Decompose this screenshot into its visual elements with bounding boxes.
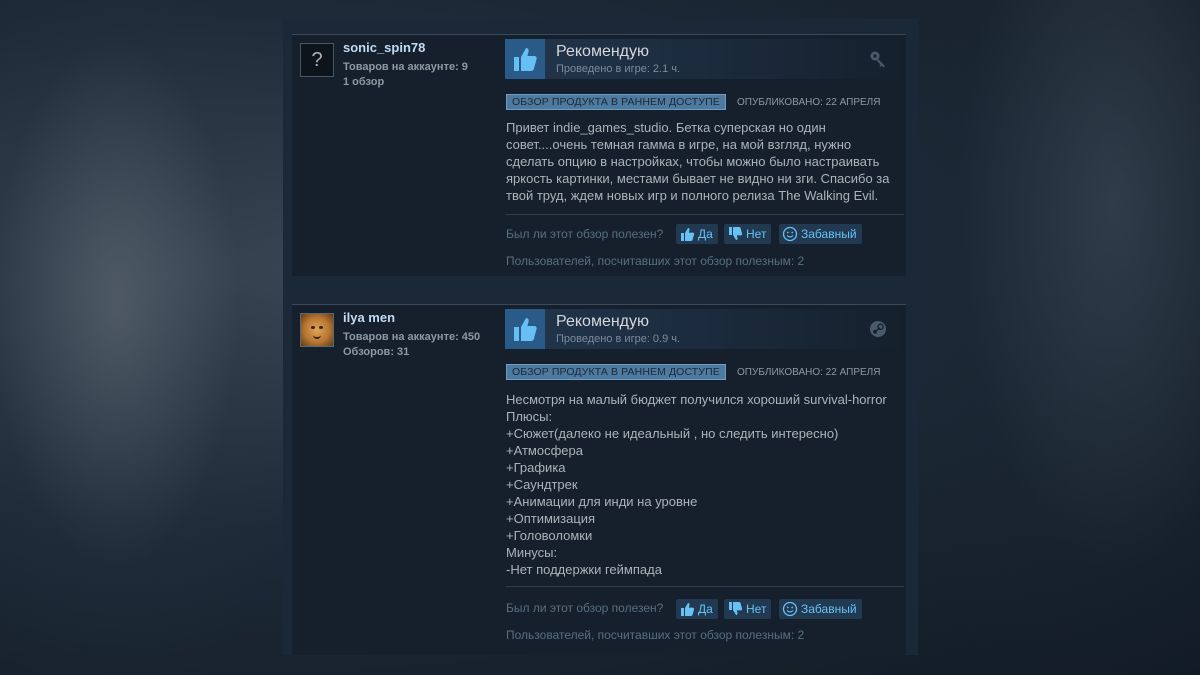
vote-yes-label: Да	[698, 602, 713, 616]
hours-played: Проведено в игре: 0.9 ч.	[556, 333, 681, 345]
vote-yes-button[interactable]: Да	[676, 224, 718, 244]
recommendation-header[interactable]: Рекомендую Проведено в игре: 2.1 ч.	[505, 39, 905, 79]
review-card: ilya men Товаров на аккаунте: 450 Обзоро…	[292, 304, 906, 655]
reviewer-products-count[interactable]: Товаров на аккаунте: 9	[343, 61, 468, 73]
reviewer-products-count[interactable]: Товаров на аккаунте: 450	[343, 331, 480, 343]
vote-funny-label: Забавный	[801, 227, 857, 241]
posted-date: ОПУБЛИКОВАНО: 22 АПРЕЛЯ	[737, 97, 881, 108]
review-text: Привет indie_games_studio. Бетка суперск…	[506, 120, 890, 203]
vote-no-button[interactable]: Нет	[724, 224, 772, 244]
helpful-question: Был ли этот обзор полезен?	[506, 601, 664, 615]
reviewer-reviews-count[interactable]: Обзоров: 31	[343, 346, 409, 358]
smiley-face-avatar[interactable]	[300, 313, 334, 347]
vote-no-label: Нет	[746, 602, 767, 616]
thumbs-down-small-icon	[729, 227, 743, 240]
recommendation-title: Рекомендую	[556, 313, 650, 330]
background-blur-right	[915, 0, 1200, 675]
vote-funny-button[interactable]: Забавный	[779, 599, 862, 619]
recommendation-title: Рекомендую	[556, 43, 650, 60]
divider	[506, 214, 904, 215]
vote-funny-button[interactable]: Забавный	[779, 224, 862, 244]
vote-no-label: Нет	[746, 227, 767, 241]
helpful-count: Пользователей, посчитавших этот обзор по…	[506, 628, 805, 642]
reviewer-name[interactable]: sonic_spin78	[343, 40, 425, 55]
hours-played: Проведено в игре: 2.1 ч.	[556, 63, 681, 75]
smiley-icon	[782, 601, 798, 617]
thumbs-up-icon	[505, 39, 545, 79]
steam-icon	[870, 321, 886, 337]
question-mark-avatar[interactable]: ?	[300, 43, 334, 77]
smiley-icon	[782, 226, 798, 242]
vote-yes-label: Да	[698, 227, 713, 241]
background-blur-left	[0, 0, 290, 675]
vote-funny-label: Забавный	[801, 602, 857, 616]
recommendation-header[interactable]: Рекомендую Проведено в игре: 0.9 ч.	[505, 309, 905, 349]
thumbs-up-small-icon	[681, 228, 695, 241]
reviewer-reviews-count[interactable]: 1 обзор	[343, 76, 384, 88]
thumbs-up-icon	[505, 309, 545, 349]
thumbs-down-small-icon	[729, 602, 743, 615]
vote-yes-button[interactable]: Да	[676, 599, 718, 619]
early-access-badge: ОБЗОР ПРОДУКТА В РАННЕМ ДОСТУПЕ	[506, 94, 726, 110]
reviews-panel: ? sonic_spin78 Товаров на аккаунте: 9 1 …	[283, 19, 918, 655]
key-icon	[870, 51, 885, 68]
review-card: ? sonic_spin78 Товаров на аккаунте: 9 1 …	[292, 34, 906, 276]
early-access-badge: ОБЗОР ПРОДУКТА В РАННЕМ ДОСТУПЕ	[506, 364, 726, 380]
helpful-question: Был ли этот обзор полезен?	[506, 227, 664, 241]
divider	[506, 586, 904, 587]
posted-date: ОПУБЛИКОВАНО: 22 АПРЕЛЯ	[737, 367, 881, 378]
review-text: Несмотря на малый бюджет получился хорош…	[506, 392, 887, 577]
thumbs-up-small-icon	[681, 603, 695, 616]
helpful-count: Пользователей, посчитавших этот обзор по…	[506, 254, 805, 268]
vote-no-button[interactable]: Нет	[724, 599, 772, 619]
reviewer-name[interactable]: ilya men	[343, 310, 395, 325]
